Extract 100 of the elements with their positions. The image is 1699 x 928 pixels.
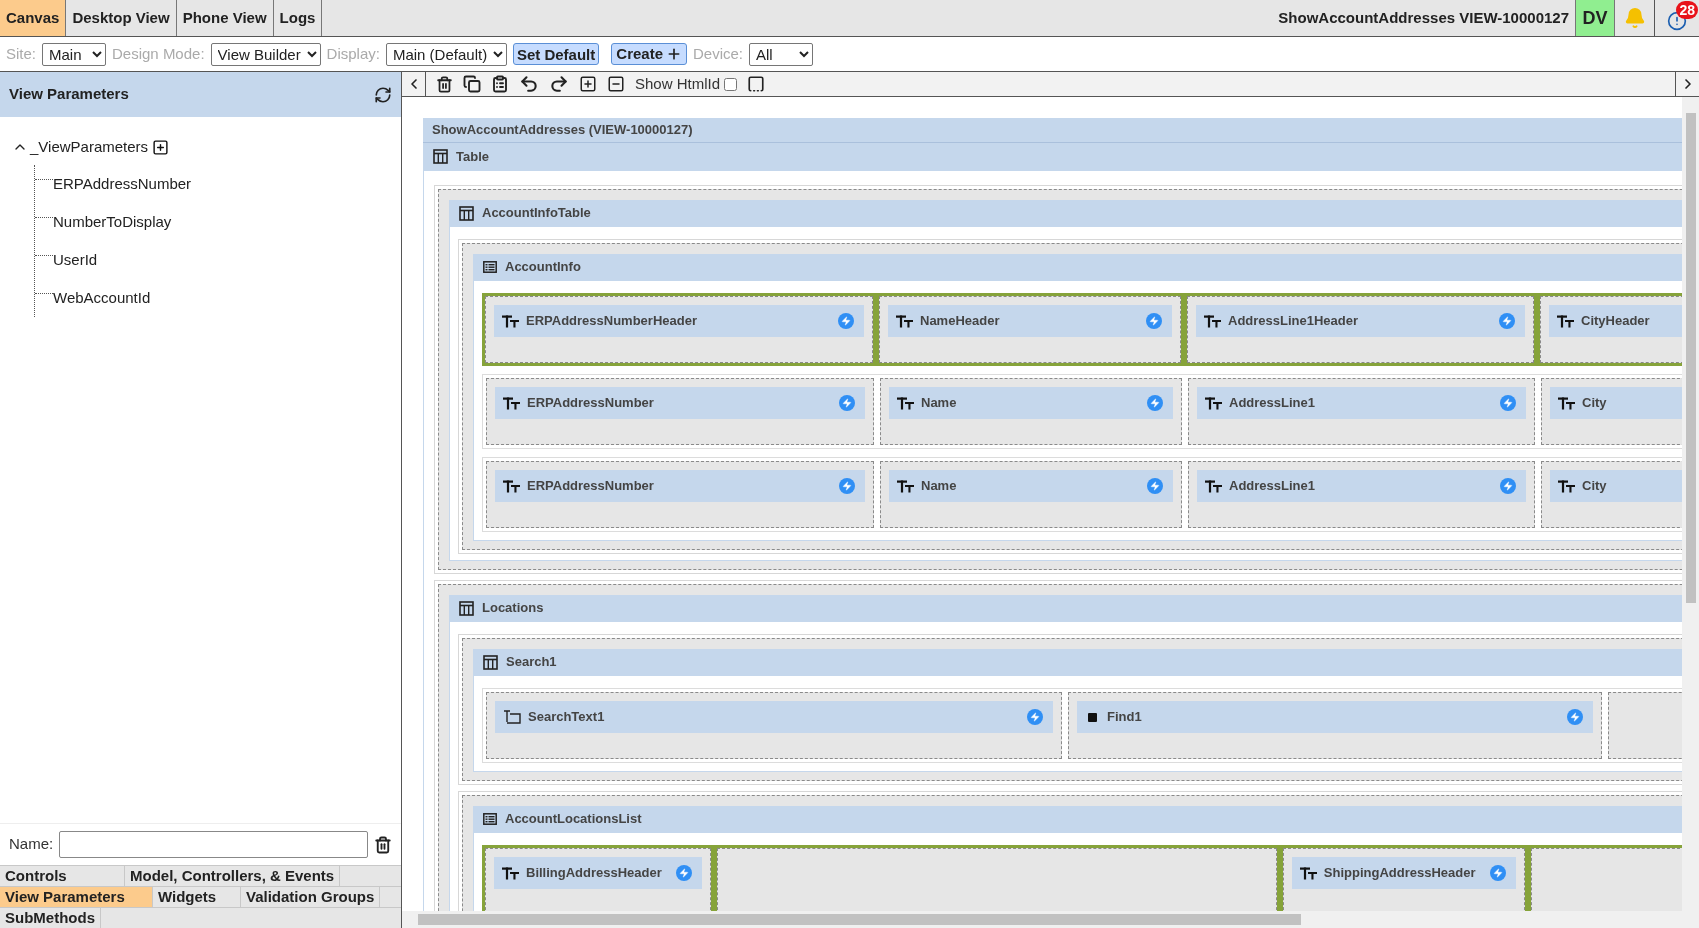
action-button[interactable]: Create [611, 43, 687, 65]
tree-item[interactable]: ERPAddressNumber [53, 172, 192, 196]
dropdown-field[interactable]: Main (Default) [385, 42, 507, 66]
text-size-icon [1558, 396, 1575, 410]
text-size-icon [503, 479, 520, 493]
event-bolt-icon[interactable] [839, 478, 855, 494]
checkbox-label: Show HtmlId [635, 73, 721, 94]
event-bolt-icon[interactable] [1027, 709, 1043, 725]
tree-item[interactable]: _ViewParameters [30, 135, 149, 159]
panel-tab[interactable]: View Parameters [0, 887, 153, 907]
event-bolt-icon[interactable] [1500, 395, 1516, 411]
control-label: AddressLine1Header [1228, 312, 1359, 331]
section-title: Table [456, 147, 489, 166]
table-icon [459, 205, 474, 221]
text-size-icon [1205, 479, 1222, 493]
collapse-icon[interactable] [607, 75, 625, 93]
vertical-scrollbar[interactable] [1682, 97, 1699, 928]
event-bolt-icon[interactable] [1500, 478, 1516, 494]
event-bolt-icon[interactable] [1146, 313, 1162, 329]
control-bar[interactable]: SearchText1 [495, 701, 1053, 733]
control-bar[interactable]: ERPAddressNumber [495, 470, 865, 502]
control-bar[interactable]: NameHeader [888, 305, 1172, 337]
text-size-icon [897, 396, 914, 410]
control-bar[interactable]: City [1550, 470, 1682, 502]
control-label: ERPAddressNumber [527, 477, 654, 496]
control-bar[interactable]: ShippingAddressHeader [1291, 857, 1516, 889]
section-header[interactable]: AccountInfo [473, 254, 1682, 280]
text-size-icon [1558, 479, 1575, 493]
control-label: Find1 [1107, 708, 1142, 727]
control-bar[interactable]: CityHeader [1549, 305, 1682, 337]
view-title: ShowAccountAddresses VIEW-10000127 [1278, 7, 1569, 28]
control-bar[interactable]: AddressLine1 [1197, 470, 1526, 502]
event-bolt-icon[interactable] [675, 865, 692, 881]
section-title: AccountInfo [505, 258, 581, 277]
delete-icon[interactable] [436, 75, 453, 93]
plus-icon [666, 46, 682, 62]
field-label: Device: [693, 43, 744, 64]
control-bar[interactable]: AddressLine1Header [1196, 305, 1525, 337]
event-bolt-icon[interactable] [839, 395, 855, 411]
control-label: Name [921, 477, 957, 496]
root-header[interactable]: Table [423, 143, 1682, 170]
table-icon [433, 149, 448, 164]
control-bar[interactable]: Name [889, 387, 1173, 419]
control-bar[interactable]: ERPAddressNumberHeader [494, 305, 864, 337]
event-bolt-icon[interactable] [1147, 478, 1163, 494]
control-bar[interactable]: Find1 [1077, 701, 1593, 733]
refresh-icon[interactable] [374, 85, 392, 104]
redo-icon[interactable] [549, 74, 569, 94]
view-tab[interactable]: Canvas [0, 0, 67, 36]
event-bolt-icon[interactable] [1567, 709, 1583, 725]
event-bolt-icon[interactable] [1489, 865, 1506, 881]
copy-icon[interactable] [463, 75, 481, 93]
event-bolt-icon[interactable] [1147, 395, 1163, 411]
section-header[interactable]: Search1 [473, 649, 1682, 675]
delete-icon[interactable] [374, 835, 392, 854]
expand-icon[interactable] [579, 75, 597, 93]
list-icon [483, 813, 497, 825]
paste-icon[interactable] [491, 75, 509, 93]
text-size-icon [896, 314, 913, 328]
action-button[interactable]: Set Default [512, 43, 600, 65]
name-input-field[interactable] [59, 831, 368, 858]
tree-item[interactable]: NumberToDisplay [53, 210, 172, 234]
control-bar[interactable]: AddressLine1 [1197, 387, 1526, 419]
table-icon [483, 654, 498, 670]
control-bar[interactable]: BillingAddressHeader [494, 857, 702, 889]
control-label: ERPAddressNumber [527, 394, 654, 413]
dashed-square-icon[interactable] [747, 75, 766, 93]
text-size-icon [502, 866, 519, 880]
section-header[interactable]: Locations [449, 595, 1682, 621]
control-label: Name [921, 394, 957, 413]
control-bar[interactable]: Name [889, 470, 1173, 502]
section-header[interactable]: AccountInfoTable [449, 200, 1682, 226]
horizontal-scrollbar[interactable] [402, 911, 1682, 928]
table-icon [459, 600, 474, 616]
text-size-icon [1204, 314, 1221, 328]
add-icon[interactable] [152, 138, 170, 156]
panel-title: View Parameters [9, 84, 129, 105]
show-htmlid-checkbox[interactable] [724, 77, 738, 91]
event-bolt-icon[interactable] [838, 313, 854, 329]
field-label: Design Mode: [112, 43, 205, 64]
control-label: SearchText1 [528, 708, 605, 727]
tree-item[interactable]: UserId [53, 248, 98, 272]
field-label: Display: [326, 43, 380, 64]
view-title: ShowAccountAddresses (VIEW-10000127) [432, 121, 693, 140]
text-size-icon [897, 479, 914, 493]
section-title: AccountInfoTable [482, 204, 591, 223]
dropdown-field[interactable]: View Builder [210, 42, 321, 66]
event-bolt-icon[interactable] [1499, 313, 1515, 329]
dropdown-field[interactable]: Main [42, 42, 106, 66]
control-label: ShippingAddressHeader [1323, 864, 1476, 883]
section-title: Locations [482, 599, 544, 618]
undo-icon[interactable] [519, 74, 539, 94]
user-avatar[interactable]: DV [1575, 0, 1615, 36]
control-bar[interactable]: ERPAddressNumber [495, 387, 865, 419]
control-label: AddressLine1 [1229, 394, 1315, 413]
control-bar[interactable]: City [1550, 387, 1682, 419]
section-header[interactable]: AccountLocationsList [473, 806, 1682, 832]
dropdown-field[interactable]: All [749, 42, 814, 66]
tree-item[interactable]: WebAccountId [53, 286, 151, 310]
field-label: Site: [6, 43, 36, 64]
